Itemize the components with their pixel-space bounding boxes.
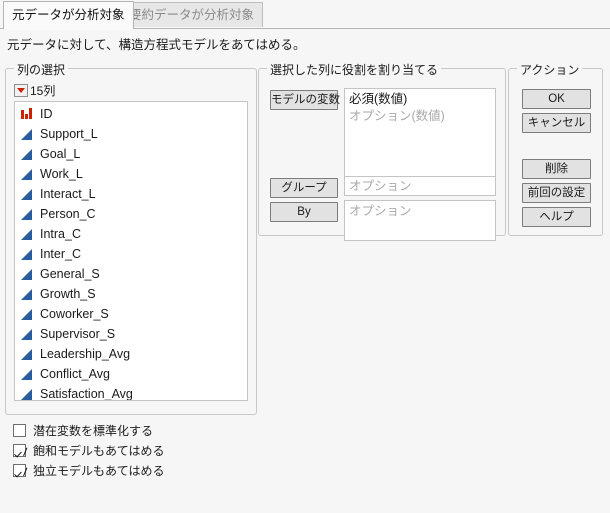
model-variables-button[interactable]: モデルの変数	[270, 90, 340, 110]
checkbox-fit-independence-model[interactable]: 独立モデルもあてはめる	[13, 462, 165, 479]
checkbox-standardize-latent[interactable]: 潜在変数を標準化する	[13, 422, 153, 439]
column-list-item[interactable]: Leadership_Avg	[15, 344, 247, 364]
continuous-triangle-icon	[20, 267, 36, 281]
model-optional-placeholder: オプション(数値)	[349, 109, 445, 123]
continuous-triangle-icon	[20, 147, 36, 161]
continuous-triangle-icon	[20, 347, 36, 361]
column-selection-panel: 列の選択 15列 ID Support_L Goal_L Work_L Interact…	[5, 61, 257, 415]
help-button[interactable]: ヘルプ	[522, 207, 591, 227]
column-list[interactable]: ID Support_L Goal_L Work_L Interact_L Person_…	[14, 101, 248, 401]
role-assignment-title: 選択した列に役割を割り当てる	[267, 61, 442, 78]
column-list-item-label: Supervisor_S	[40, 327, 116, 341]
column-list-item[interactable]: Coworker_S	[15, 304, 247, 324]
column-list-item-label: Work_L	[40, 167, 83, 181]
column-list-item[interactable]: Satisfaction_Avg	[15, 384, 247, 401]
column-list-item-label: Intra_C	[40, 227, 81, 241]
tab-raw-data-label: 元データが分析対象	[12, 8, 125, 22]
column-list-item[interactable]: Interact_L	[15, 184, 247, 204]
column-list-item[interactable]: Inter_C	[15, 244, 247, 264]
column-list-item-label: ID	[40, 107, 53, 121]
model-variables-field[interactable]: 必須(数値) オプション(数値)	[344, 88, 496, 180]
continuous-triangle-icon	[20, 367, 36, 381]
column-list-item[interactable]: Growth_S	[15, 284, 247, 304]
group-button[interactable]: グループ	[270, 178, 338, 198]
dialog-description: 元データに対して、構造方程式モデルをあてはめる。	[7, 38, 306, 52]
checkbox-standardize-latent-label: 潜在変数を標準化する	[33, 424, 154, 438]
column-list-item-label: Support_L	[40, 127, 98, 141]
red-triangle-icon[interactable]	[14, 83, 28, 97]
continuous-triangle-icon	[20, 227, 36, 241]
ok-button[interactable]: OK	[522, 89, 591, 109]
checkbox-fit-independence-model-box[interactable]	[13, 464, 26, 477]
column-list-item-label: Satisfaction_Avg	[40, 387, 133, 401]
column-list-item[interactable]: Goal_L	[15, 144, 247, 164]
tab-summary-data-label: 要約データが分析対象	[129, 8, 255, 22]
checkbox-fit-saturated-model-box[interactable]	[13, 444, 26, 457]
column-list-item-label: Growth_S	[40, 287, 96, 301]
checkbox-fit-saturated-model-label: 飽和モデルもあてはめる	[33, 444, 165, 458]
column-list-item-label: Goal_L	[40, 147, 81, 161]
model-required-placeholder: 必須(数値)	[349, 92, 408, 106]
continuous-triangle-icon	[20, 287, 36, 301]
group-placeholder: オプション	[349, 179, 412, 193]
column-selection-title: 列の選択	[14, 61, 69, 78]
column-list-item[interactable]: Supervisor_S	[15, 324, 247, 344]
tab-active-cover	[4, 28, 133, 30]
column-list-item[interactable]: Support_L	[15, 124, 247, 144]
continuous-triangle-icon	[20, 187, 36, 201]
column-list-item[interactable]: Intra_C	[15, 224, 247, 244]
column-list-item[interactable]: ID	[15, 104, 247, 124]
column-list-item-label: General_S	[40, 267, 100, 281]
checkbox-fit-saturated-model[interactable]: 飽和モデルもあてはめる	[13, 442, 165, 459]
continuous-triangle-icon	[20, 127, 36, 141]
tab-raw-data[interactable]: 元データが分析対象	[3, 1, 134, 30]
column-list-item-label: Inter_C	[40, 247, 81, 261]
column-list-item[interactable]: General_S	[15, 264, 247, 284]
column-count-row: 15列	[14, 82, 55, 98]
continuous-triangle-icon	[20, 207, 36, 221]
role-assignment-panel: 選択した列に役割を割り当てる モデルの変数 必須(数値) オプション(数値) グ…	[258, 61, 506, 241]
by-field[interactable]: オプション	[344, 200, 496, 241]
column-list-item[interactable]: Conflict_Avg	[15, 364, 247, 384]
by-button[interactable]: By	[270, 202, 338, 222]
remove-button[interactable]: 削除	[522, 159, 591, 179]
tab-summary-data[interactable]: 要約データが分析対象	[120, 2, 264, 27]
column-list-item-label: Interact_L	[40, 187, 96, 201]
action-panel: アクション OK キャンセル 削除 前回の設定 ヘルプ	[508, 61, 603, 236]
continuous-triangle-icon	[20, 307, 36, 321]
continuous-triangle-icon	[20, 387, 36, 400]
by-placeholder: オプション	[349, 204, 412, 218]
tab-strip: 要約データが分析対象 元データが分析対象	[0, 0, 610, 30]
cancel-button[interactable]: キャンセル	[522, 113, 591, 133]
recall-button[interactable]: 前回の設定	[522, 183, 591, 203]
column-list-item-label: Coworker_S	[40, 307, 109, 321]
nominal-bars-icon	[20, 107, 36, 121]
continuous-triangle-icon	[20, 247, 36, 261]
continuous-triangle-icon	[20, 327, 36, 341]
column-list-item-label: Leadership_Avg	[40, 347, 131, 361]
column-list-item-label: Person_C	[40, 207, 96, 221]
action-panel-title: アクション	[517, 61, 583, 78]
column-list-item[interactable]: Person_C	[15, 204, 247, 224]
column-count-label: 15列	[30, 83, 56, 98]
checkbox-fit-independence-model-label: 独立モデルもあてはめる	[33, 464, 165, 478]
column-list-item-label: Conflict_Avg	[40, 367, 110, 381]
group-field[interactable]: オプション	[344, 176, 496, 196]
checkbox-standardize-latent-box[interactable]	[13, 424, 26, 437]
column-list-item[interactable]: Work_L	[15, 164, 247, 184]
continuous-triangle-icon	[20, 167, 36, 181]
